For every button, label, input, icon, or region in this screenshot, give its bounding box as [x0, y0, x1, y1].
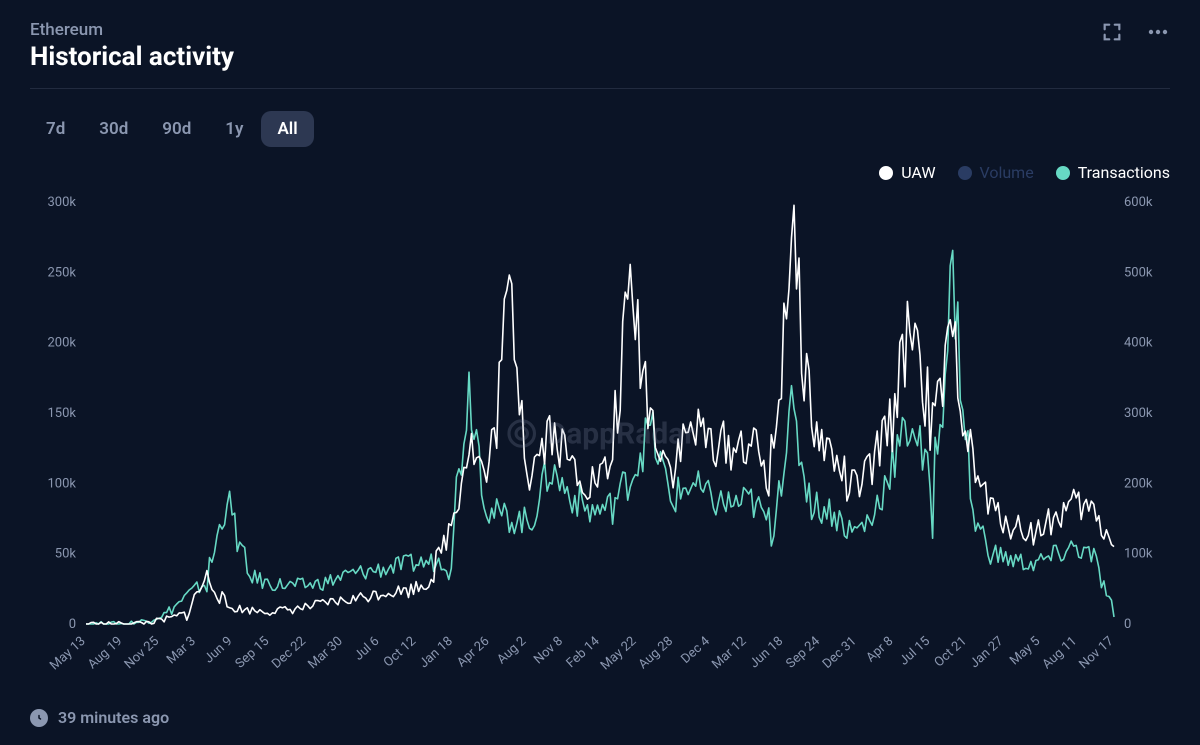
page-title: Historical activity — [30, 42, 234, 72]
legend-item-uaw[interactable]: UAW — [879, 163, 935, 182]
legend-dot-volume — [958, 166, 972, 180]
svg-text:150k: 150k — [47, 406, 76, 421]
svg-text:200k: 200k — [1124, 476, 1153, 491]
svg-text:Sep 15: Sep 15 — [233, 634, 273, 672]
clock-icon — [30, 709, 48, 727]
page-subtitle: Ethereum — [30, 20, 234, 40]
svg-text:Nov 8: Nov 8 — [531, 634, 566, 668]
fullscreen-icon — [1101, 21, 1123, 43]
svg-text:250k: 250k — [47, 265, 76, 280]
header-actions — [1100, 20, 1170, 44]
svg-text:Jan 27: Jan 27 — [967, 634, 1006, 671]
legend-label-volume: Volume — [980, 163, 1034, 182]
svg-text:600k: 600k — [1124, 195, 1153, 210]
range-button-all[interactable]: All — [261, 111, 313, 147]
legend-item-transactions[interactable]: Transactions — [1056, 163, 1170, 182]
svg-text:Mar 12: Mar 12 — [709, 634, 749, 672]
divider — [30, 88, 1170, 89]
svg-text:Jun 18: Jun 18 — [747, 634, 786, 671]
svg-text:Mar 3: Mar 3 — [164, 634, 199, 667]
chart-area[interactable]: DappRadar 050k100k150k200k250k300k0100k2… — [30, 188, 1170, 700]
svg-text:500k: 500k — [1124, 265, 1153, 280]
legend-label-uaw: UAW — [901, 163, 935, 182]
svg-text:Apr 26: Apr 26 — [454, 634, 492, 671]
svg-text:300k: 300k — [47, 195, 76, 210]
svg-text:Dec 31: Dec 31 — [820, 634, 860, 672]
svg-text:Nov 17: Nov 17 — [1076, 634, 1116, 672]
svg-text:Apr 8: Apr 8 — [864, 634, 897, 666]
line-chart: 0 50k 100k 150k 200k 250k 300k 0 100k 200k 300k 400… — [30, 188, 1170, 700]
svg-text:200k: 200k — [47, 336, 76, 351]
svg-text:Nov 25: Nov 25 — [122, 634, 162, 672]
svg-text:Jun 9: Jun 9 — [202, 634, 236, 667]
legend-label-transactions: Transactions — [1078, 163, 1170, 182]
footer: 39 minutes ago — [30, 708, 1170, 727]
fullscreen-button[interactable] — [1100, 20, 1124, 44]
svg-text:50k: 50k — [55, 547, 77, 562]
svg-text:400k: 400k — [1124, 336, 1153, 351]
svg-text:100k: 100k — [1124, 547, 1153, 562]
svg-text:Mar 30: Mar 30 — [305, 634, 345, 672]
svg-text:0: 0 — [1124, 617, 1131, 632]
more-button[interactable] — [1146, 20, 1170, 44]
titles: Ethereum Historical activity — [30, 20, 234, 72]
svg-text:Dec 22: Dec 22 — [269, 634, 309, 672]
svg-text:Feb 14: Feb 14 — [564, 633, 604, 671]
svg-text:Oct 12: Oct 12 — [381, 634, 419, 670]
svg-text:May 22: May 22 — [598, 634, 639, 673]
svg-text:Jan 18: Jan 18 — [417, 634, 456, 671]
range-selector: 7d30d90d1yAll — [30, 111, 1170, 147]
chart-card: Ethereum Historical activity 7d30d90d1yA… — [0, 0, 1200, 745]
updated-text: 39 minutes ago — [58, 708, 169, 727]
svg-text:Oct 21: Oct 21 — [932, 634, 970, 670]
svg-text:May 5: May 5 — [1007, 634, 1043, 669]
header-row: Ethereum Historical activity — [30, 20, 1170, 72]
svg-text:Aug 2: Aug 2 — [494, 634, 529, 668]
range-button-1y[interactable]: 1y — [209, 111, 259, 147]
svg-text:Jul 15: Jul 15 — [897, 634, 933, 669]
svg-text:Sep 24: Sep 24 — [783, 633, 823, 671]
svg-text:0: 0 — [69, 617, 76, 632]
svg-text:Aug 11: Aug 11 — [1040, 634, 1080, 672]
legend-dot-transactions — [1056, 166, 1070, 180]
more-icon — [1146, 20, 1170, 44]
range-button-30d[interactable]: 30d — [83, 111, 144, 147]
svg-text:Jul 6: Jul 6 — [352, 634, 383, 664]
legend: UAW Volume Transactions — [30, 163, 1170, 182]
svg-text:May 13: May 13 — [47, 634, 88, 673]
range-button-90d[interactable]: 90d — [146, 111, 207, 147]
range-button-7d[interactable]: 7d — [30, 111, 81, 147]
legend-dot-uaw — [879, 166, 893, 180]
svg-text:Aug 28: Aug 28 — [636, 634, 676, 672]
svg-text:Aug 19: Aug 19 — [85, 634, 125, 672]
legend-item-volume[interactable]: Volume — [958, 163, 1034, 182]
svg-text:Dec 4: Dec 4 — [678, 633, 713, 667]
svg-text:300k: 300k — [1124, 406, 1153, 421]
svg-text:100k: 100k — [47, 476, 76, 491]
